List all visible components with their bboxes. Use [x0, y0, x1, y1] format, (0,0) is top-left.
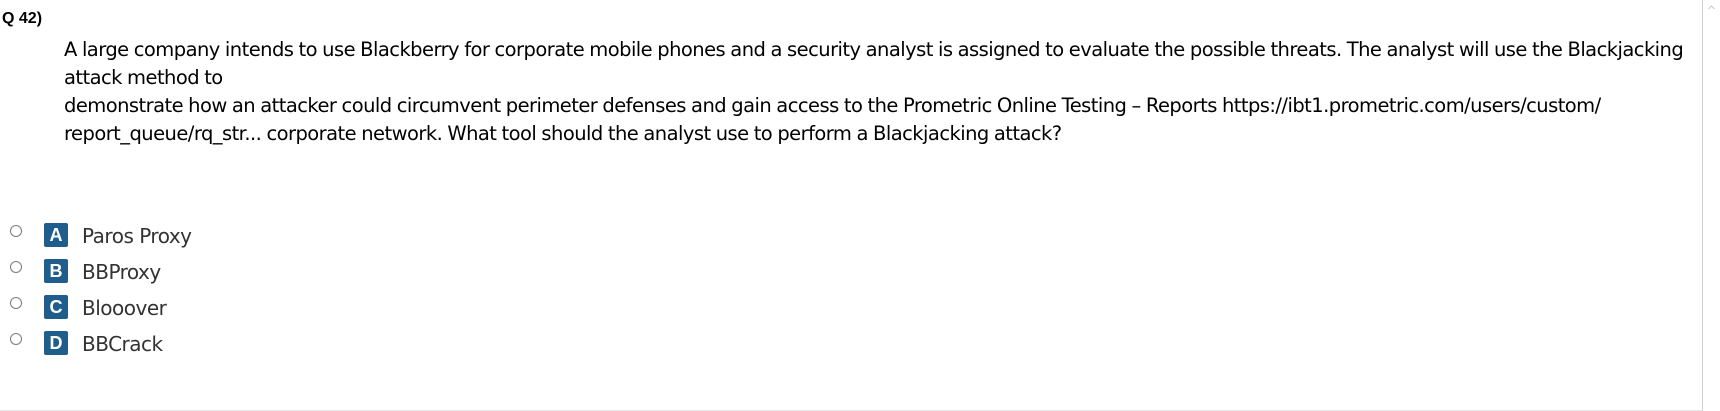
option-b[interactable]: B BBProxy — [0, 256, 400, 288]
option-c[interactable]: C Blooover — [0, 292, 400, 324]
option-letter-badge: D — [44, 331, 68, 355]
question-panel: Q 42) A large company intends to use Bla… — [0, 0, 1703, 411]
radio-button-icon[interactable] — [10, 225, 22, 237]
option-letter-badge: B — [44, 259, 68, 283]
option-label[interactable]: BBProxy — [82, 259, 161, 285]
question-stem: A large company intends to use Blackberr… — [64, 36, 1700, 148]
question-line-1: A large company intends to use Blackberr… — [64, 38, 1684, 61]
option-label[interactable]: BBCrack — [82, 331, 163, 357]
question-line-2: attack method to — [64, 66, 223, 89]
question-number: Q 42) — [2, 10, 43, 27]
question-line-4: report_queue/rq_str... corporate network… — [64, 122, 1062, 145]
option-a[interactable]: A Paros Proxy — [0, 220, 400, 252]
vertical-scrollbar[interactable] — [1703, 0, 1720, 411]
radio-button-icon[interactable] — [10, 261, 22, 273]
option-label[interactable]: Paros Proxy — [82, 223, 192, 249]
option-letter-badge: C — [44, 295, 68, 319]
option-d[interactable]: D BBCrack — [0, 328, 400, 360]
question-line-3: demonstrate how an attacker could circum… — [64, 94, 1601, 117]
option-letter-badge: A — [44, 223, 68, 247]
chevron-up-icon[interactable] — [1708, 4, 1715, 11]
option-label[interactable]: Blooover — [82, 295, 167, 321]
radio-button-icon[interactable] — [10, 297, 22, 309]
radio-button-icon[interactable] — [10, 333, 22, 345]
